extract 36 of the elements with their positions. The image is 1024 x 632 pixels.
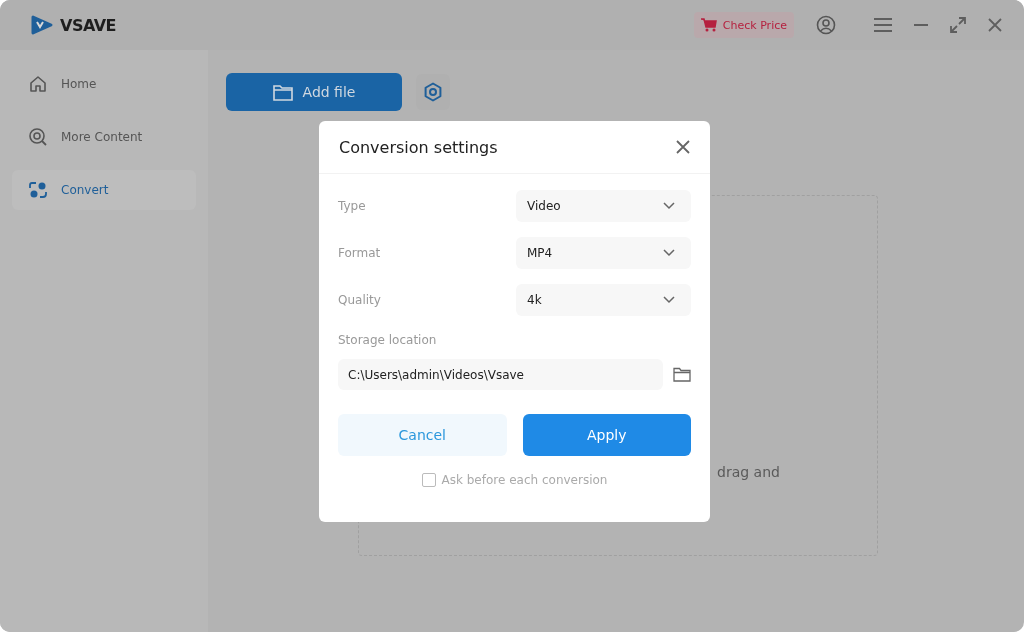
sidebar-item[interactable]: More Content <box>12 117 196 157</box>
field-label: Type <box>338 199 366 213</box>
dialog-title: Conversion settings <box>339 137 498 157</box>
check-price-button[interactable]: Check Price <box>693 12 794 38</box>
maximize-icon[interactable] <box>950 17 966 33</box>
menu-icon[interactable] <box>874 18 892 32</box>
folder-icon <box>272 83 293 101</box>
sidebar-item[interactable]: Convert <box>12 170 196 210</box>
sidebar-item[interactable]: Home <box>12 64 196 104</box>
settings-icon <box>423 82 443 102</box>
logo-icon <box>30 13 54 37</box>
add-file-button[interactable]: Add file <box>226 73 402 111</box>
field-label: Storage location <box>338 333 438 347</box>
convert-icon <box>28 180 48 200</box>
close-icon[interactable] <box>988 18 1002 32</box>
folder-icon[interactable] <box>673 367 691 382</box>
drop-zone-text: drag and <box>717 464 780 480</box>
field-label: Quality <box>338 293 381 307</box>
checkbox[interactable] <box>421 473 436 487</box>
app-name: VSAVE <box>60 15 116 35</box>
home-icon <box>28 74 48 94</box>
magnifier-icon <box>28 127 48 147</box>
dropdown[interactable]: MP4 <box>516 237 691 269</box>
dropdown[interactable]: Video <box>516 190 691 222</box>
chevron-down-icon <box>663 202 675 210</box>
field-label: Format <box>338 246 381 260</box>
cart-icon <box>700 18 717 32</box>
chevron-down-icon <box>663 296 675 304</box>
chevron-down-icon <box>663 249 675 257</box>
path-field[interactable]: C:\Users\admin\Videos\Vsave <box>338 359 663 390</box>
apply-button[interactable]: Apply <box>522 414 691 456</box>
dropdown[interactable]: 4k <box>516 284 691 316</box>
cancel-button[interactable]: Cancel <box>338 414 507 456</box>
checkbox-label: Ask before each conversion <box>441 473 608 487</box>
account-icon[interactable] <box>816 15 836 35</box>
close-icon[interactable] <box>676 140 690 154</box>
